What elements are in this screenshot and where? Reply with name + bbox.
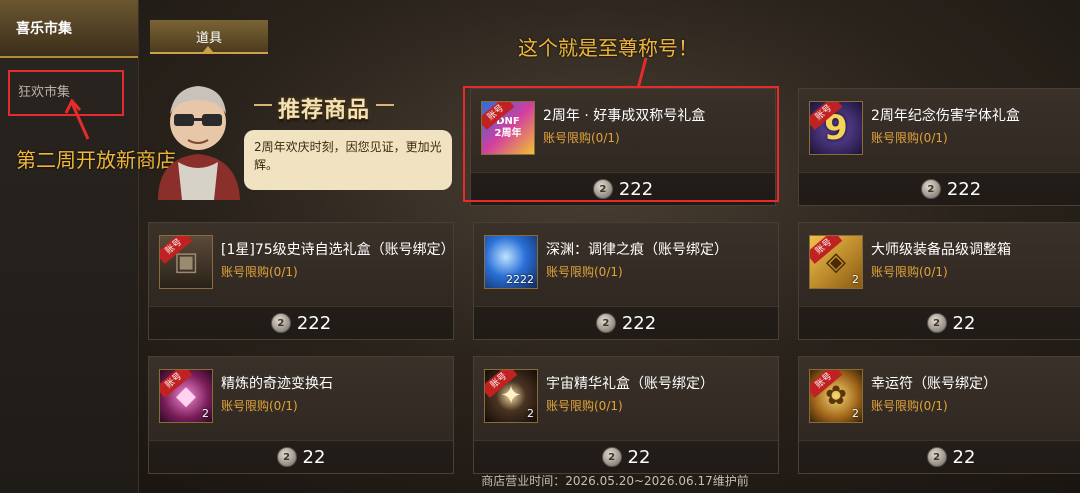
price: 22: [627, 446, 651, 468]
product-name: 2周年纪念伤害字体礼盒: [871, 108, 1020, 124]
price: 222: [621, 312, 657, 334]
npc-portrait-icon: [158, 86, 240, 200]
annotation-note-top: 这个就是至尊称号！: [518, 36, 698, 60]
buy-button[interactable]: 2 22: [149, 440, 453, 473]
coin-icon: 2: [270, 313, 291, 333]
product-card[interactable]: ▣ 账号 [1星]75级史诗自选礼盒（账号绑定） 账号限购(0/1) 2 222: [148, 222, 455, 340]
buy-button[interactable]: 2 22: [799, 306, 1080, 339]
item-quantity: 2222: [506, 273, 534, 286]
speech-bubble-text: 2周年欢庆时刻，因您见证，更加光辉。: [254, 140, 442, 172]
coin-icon: 2: [926, 447, 947, 467]
item-quantity: 2: [202, 407, 209, 420]
product-card[interactable]: ✿ 账号 2 幸运符（账号绑定） 账号限购(0/1) 2 22: [798, 356, 1080, 474]
purchase-limit: 账号限购(0/1): [546, 399, 623, 413]
product-name: 大师级装备品级调整箱: [871, 242, 1011, 258]
product-name: 宇宙精华礼盒（账号绑定）: [546, 376, 714, 392]
recommend-title: 推荐商品: [253, 92, 395, 124]
number-nine-icon: 9 账号: [809, 101, 863, 155]
gold-charm-icon: ✿ 账号 2: [809, 369, 863, 423]
product-name: 深渊：调律之痕（账号绑定）: [546, 242, 728, 258]
purchase-limit: 账号限购(0/1): [871, 265, 948, 279]
price: 22: [952, 312, 976, 334]
price: 22: [952, 446, 976, 468]
dark-star-icon: ✦ 账号 2: [484, 369, 538, 423]
product-card[interactable]: 9 账号 2周年纪念伤害字体礼盒 账号限购(0/1) 2 222: [798, 88, 1080, 206]
gold-cube-icon: ◈ 账号 2: [809, 235, 863, 289]
treasure-chest-icon: ▣ 账号: [159, 235, 213, 289]
product-name: [1星]75级史诗自选礼盒（账号绑定）: [221, 242, 455, 258]
purchase-limit: 账号限购(0/1): [546, 265, 623, 279]
buy-button[interactable]: 2 222: [474, 306, 778, 339]
price: 222: [946, 178, 982, 200]
price: 222: [296, 312, 332, 334]
coin-icon: 2: [276, 447, 297, 467]
speech-bubble: 2周年欢庆时刻，因您见证，更加光辉。: [244, 130, 452, 190]
product-card[interactable]: ◈ 账号 2 大师级装备品级调整箱 账号限购(0/1) 2 22: [798, 222, 1080, 340]
shop-hours: 商店营业时间：2026.05.20~2026.06.17维护前: [481, 474, 749, 488]
product-name: 精炼的奇迹变换石: [221, 376, 333, 392]
price: 22: [302, 446, 326, 468]
item-quantity: 2: [852, 273, 859, 286]
annotation-highlight-box: [463, 86, 779, 202]
recommend-banner: 推荐商品 2周年欢庆时刻，因您见证，更加光辉。: [148, 70, 458, 210]
item-quantity: 2: [852, 407, 859, 420]
purchase-limit: 账号限购(0/1): [871, 399, 948, 413]
buy-button[interactable]: 2 222: [149, 306, 453, 339]
product-card[interactable]: 2222 深渊：调律之痕（账号绑定） 账号限购(0/1) 2 222: [473, 222, 779, 340]
purchase-limit: 账号限购(0/1): [221, 265, 298, 279]
product-name: 幸运符（账号绑定）: [871, 376, 997, 392]
sidebar: 喜乐市集 狂欢市集: [0, 0, 139, 493]
tab-happy-market[interactable]: 喜乐市集: [0, 0, 138, 58]
coin-icon: 2: [926, 313, 947, 333]
buy-button[interactable]: 2 222: [799, 172, 1080, 205]
buy-button[interactable]: 2 22: [474, 440, 778, 473]
coin-icon: 2: [595, 313, 616, 333]
coin-icon: 2: [601, 447, 622, 467]
item-quantity: 2: [527, 407, 534, 420]
purchase-limit: 账号限购(0/1): [871, 131, 948, 145]
blue-orb-icon: 2222: [484, 235, 538, 289]
tab-happy-market-label: 喜乐市集: [16, 21, 72, 37]
coin-icon: 2: [920, 179, 941, 199]
pink-crystal-icon: ◆ 账号 2: [159, 369, 213, 423]
annotation-arrow-left: [64, 98, 90, 140]
buy-button[interactable]: 2 22: [799, 440, 1080, 473]
npc-avatar: [148, 70, 248, 200]
product-card[interactable]: ✦ 账号 2 宇宙精华礼盒（账号绑定） 账号限购(0/1) 2 22: [473, 356, 779, 474]
purchase-limit: 账号限购(0/1): [221, 399, 298, 413]
tab-items-label: 道具: [195, 30, 222, 46]
product-card[interactable]: ◆ 账号 2 精炼的奇迹变换石 账号限购(0/1) 2 22: [148, 356, 454, 474]
